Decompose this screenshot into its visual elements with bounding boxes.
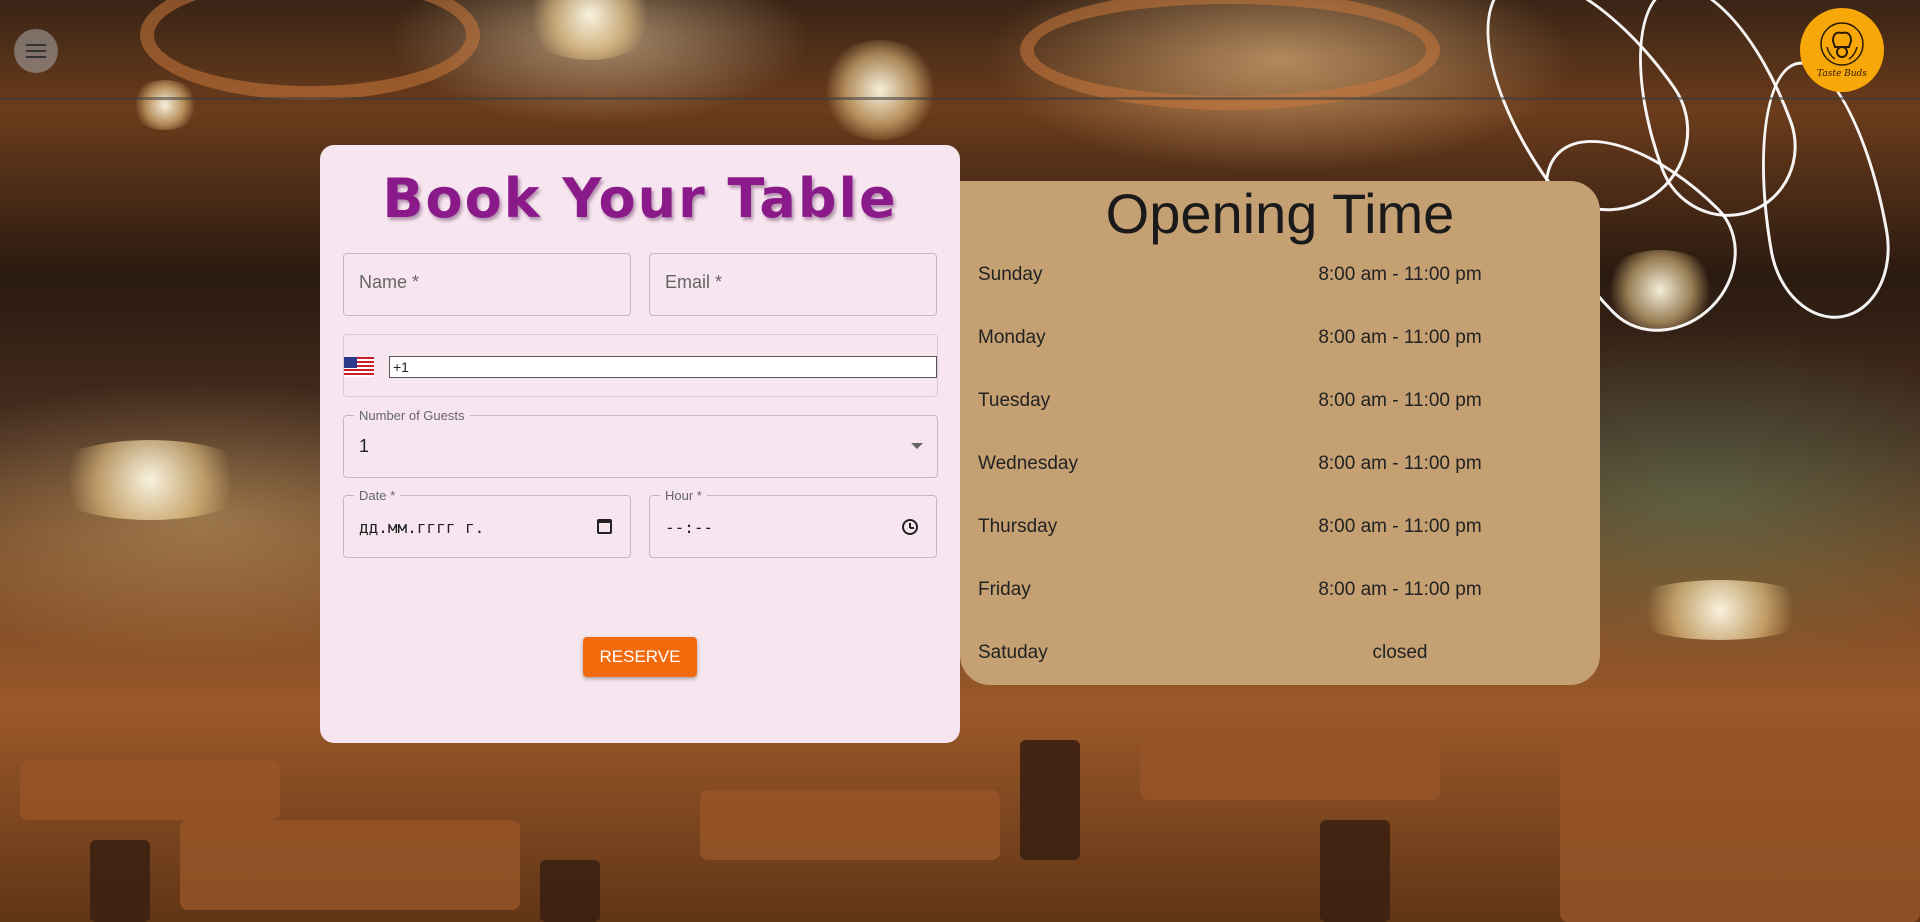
date-field[interactable]: Date * дд.мм.гггг г. <box>343 488 631 558</box>
hours-time: 8:00 am - 11:00 pm <box>1318 264 1482 285</box>
hours-day: Thursday <box>978 516 1058 537</box>
hours-row: Wednesday 8:00 am - 11:00 pm <box>978 453 1578 483</box>
name-field[interactable]: Name * <box>343 253 631 316</box>
dropdown-arrow-icon <box>911 443 923 449</box>
hours-day: Friday <box>978 579 1031 600</box>
bg-lamp <box>130 80 200 130</box>
guests-value: 1 <box>359 436 370 456</box>
guests-select[interactable]: Number of Guests 1 <box>343 408 938 478</box>
hours-day: Wednesday <box>978 453 1078 474</box>
date-label: Date * <box>354 488 401 503</box>
reserve-button[interactable]: RESERVE <box>583 637 697 677</box>
brand-logo[interactable]: Taste Buds <box>1800 8 1884 92</box>
bg-lamp <box>520 0 660 60</box>
bg-chair <box>1320 820 1390 922</box>
hour-field[interactable]: Hour * --:-- <box>649 488 937 558</box>
hours-row: Friday 8:00 am - 11:00 pm <box>978 579 1578 609</box>
opening-hours-title: Opening Time <box>1105 182 1455 245</box>
calendar-icon[interactable] <box>597 519 612 534</box>
hours-time: 8:00 am - 11:00 pm <box>1318 390 1482 411</box>
bg-chair <box>1020 740 1080 860</box>
hours-time: 8:00 am - 11:00 pm <box>1318 453 1482 474</box>
bg-ceiling-ring <box>140 0 480 100</box>
hours-row: Satuday closed <box>978 642 1578 672</box>
logo-text: Taste Buds <box>1817 69 1867 79</box>
hours-time: closed <box>1372 642 1428 663</box>
clock-icon[interactable] <box>902 519 918 535</box>
hours-time: 8:00 am - 11:00 pm <box>1318 579 1482 600</box>
booking-title: Book Your Table <box>382 167 898 230</box>
bg-table <box>1560 740 1920 922</box>
hours-row: Thursday 8:00 am - 11:00 pm <box>978 516 1578 546</box>
bg-lamp <box>40 440 260 520</box>
menu-button[interactable] <box>14 29 58 73</box>
booking-form: Book Your Table Name * Email * +1 Number… <box>320 145 960 743</box>
bg-ceiling-ring <box>1020 0 1440 110</box>
phone-field: +1 <box>343 334 938 397</box>
bg-chair <box>540 860 600 922</box>
hamburger-menu-icon <box>26 42 46 60</box>
bg-table <box>1140 740 1440 800</box>
bg-lamp <box>1620 580 1820 640</box>
hours-day: Satuday <box>978 642 1048 663</box>
bg-table <box>20 760 280 820</box>
bg-table <box>700 790 1000 860</box>
us-flag-icon[interactable] <box>344 357 374 377</box>
date-value: дд.мм.гггг г. <box>359 518 485 537</box>
bg-chair <box>90 840 150 922</box>
opening-hours-panel: Opening Time Sunday 8:00 am - 11:00 pm M… <box>960 181 1600 685</box>
hour-value: --:-- <box>665 518 714 537</box>
hours-time: 8:00 am - 11:00 pm <box>1318 327 1482 348</box>
bg-lamp <box>820 40 940 140</box>
bg-table <box>180 820 520 910</box>
hours-time: 8:00 am - 11:00 pm <box>1318 516 1482 537</box>
email-field[interactable]: Email * <box>649 253 937 316</box>
email-placeholder: Email * <box>665 272 723 292</box>
hours-row: Sunday 8:00 am - 11:00 pm <box>978 264 1578 294</box>
hour-label: Hour * <box>660 488 707 503</box>
chef-logo-icon <box>1820 22 1864 66</box>
hours-day: Tuesday <box>978 390 1051 411</box>
name-placeholder: Name * <box>359 272 420 292</box>
phone-input[interactable]: +1 <box>389 356 937 378</box>
guests-label: Number of Guests <box>354 408 470 423</box>
hours-day: Monday <box>978 327 1046 348</box>
header-divider <box>0 97 1920 100</box>
hours-row: Tuesday 8:00 am - 11:00 pm <box>978 390 1578 420</box>
hours-row: Monday 8:00 am - 11:00 pm <box>978 327 1578 357</box>
hours-day: Sunday <box>978 264 1043 285</box>
